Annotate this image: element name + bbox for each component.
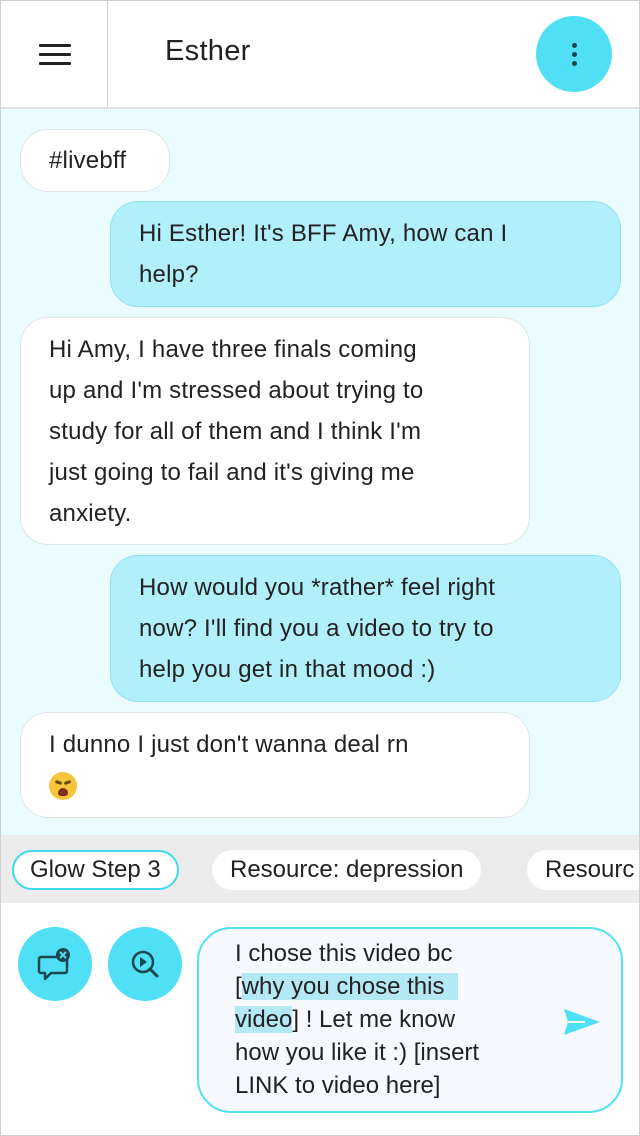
- message-line: Hi Esther! It's BFF Amy, how can I: [139, 220, 508, 247]
- message-line: How would you *rather* feel right: [139, 574, 496, 601]
- more-options-button[interactable]: [536, 16, 612, 92]
- video-search-button[interactable]: [108, 927, 182, 1001]
- input-line: I chose this video bc: [235, 940, 453, 967]
- incoming-message-bubble: I dunno I just don't wanna deal rn: [20, 712, 530, 818]
- message-input-text[interactable]: I chose this video bc [why you chose thi…: [235, 937, 555, 1102]
- app-frame: Esther #livebff Hi Esther! It's BFF Amy,…: [0, 0, 640, 1136]
- message-line: study for all of them and I think I'm: [49, 418, 422, 445]
- incoming-message-bubble: Hi Amy, I have three finals coming up an…: [20, 317, 530, 545]
- message-line: I dunno I just don't wanna deal rn: [49, 731, 409, 758]
- video-search-icon: [131, 950, 159, 978]
- message-line: just going to fail and it's giving me: [49, 459, 415, 486]
- message-line: Hi Amy, I have three finals coming: [49, 336, 417, 363]
- end-chat-button[interactable]: [18, 927, 92, 1001]
- header-bar: Esther: [1, 1, 639, 109]
- message-text: #livebff: [49, 147, 127, 174]
- input-line: LINK to video here]: [235, 1072, 441, 1099]
- input-text-segment: [: [235, 973, 242, 1000]
- message-line: anxiety.: [49, 500, 132, 527]
- chat-thread[interactable]: #livebff Hi Esther! It's BFF Amy, how ca…: [1, 109, 639, 835]
- input-line: video] ! Let me know: [235, 1003, 555, 1036]
- input-text-segment: ] ! Let me know: [292, 1006, 456, 1033]
- message-line: up and I'm stressed about trying to: [49, 377, 424, 404]
- quick-reply-chips: Glow Step 3 Resource: depression Resourc: [1, 835, 639, 903]
- outgoing-message-bubble: Hi Esther! It's BFF Amy, how can I help?: [110, 201, 621, 307]
- message-line: now? I'll find you a video to try to: [139, 615, 494, 642]
- chip-glow-step[interactable]: Glow Step 3: [12, 850, 179, 890]
- message-input[interactable]: I chose this video bc [why you chose thi…: [197, 927, 623, 1113]
- input-line: how you like it :) [insert: [235, 1039, 480, 1066]
- weary-face-emoji: [49, 771, 77, 800]
- message-composer: I chose this video bc [why you chose thi…: [1, 903, 639, 1135]
- conversation-title: Esther: [165, 35, 251, 67]
- send-icon: [564, 1009, 600, 1035]
- chip-resource-depression[interactable]: Resource: depression: [212, 850, 482, 890]
- highlighted-placeholder: why you chose this: [241, 973, 445, 1000]
- message-line: help?: [139, 261, 199, 288]
- incoming-message-bubble: #livebff: [20, 129, 170, 192]
- message-line: help you get in that mood :): [139, 656, 436, 683]
- menu-button[interactable]: [1, 1, 108, 107]
- input-line: [why you chose this: [235, 970, 555, 1003]
- highlighted-placeholder: video: [235, 1006, 293, 1033]
- send-button[interactable]: [563, 1007, 601, 1042]
- outgoing-message-bubble: How would you *rather* feel right now? I…: [110, 555, 621, 702]
- chip-resource[interactable]: Resourc: [527, 850, 639, 890]
- chat-close-icon: [37, 948, 70, 981]
